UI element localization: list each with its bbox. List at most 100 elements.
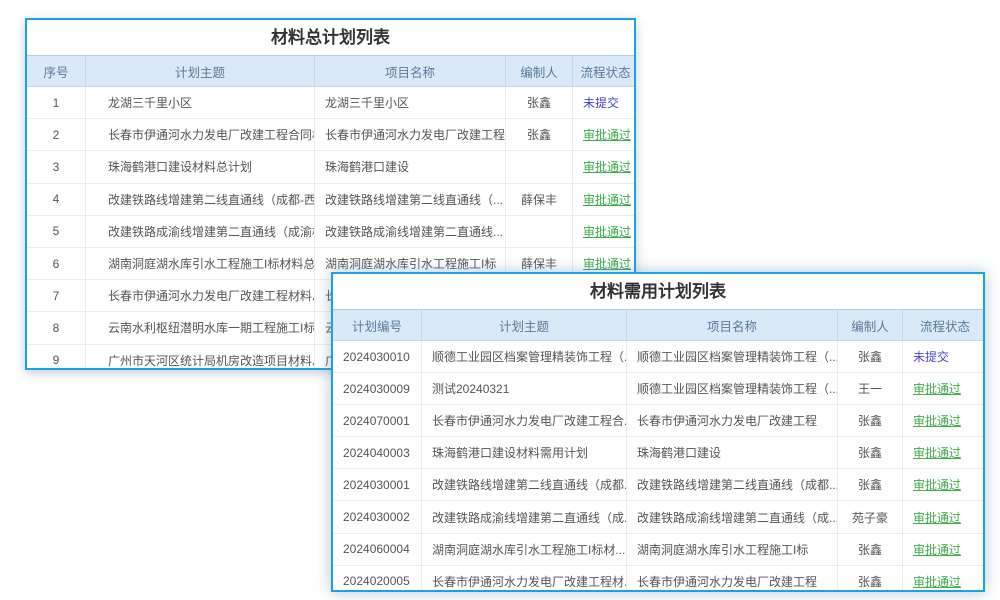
column-header-creator: 编制人	[838, 310, 903, 341]
cell-status[interactable]: 审批通过	[573, 183, 637, 215]
cell-project[interactable]: 改建铁路线增建第二线直通线（成都...	[627, 469, 838, 501]
cell-creator	[506, 151, 573, 183]
cell-creator[interactable]: 张鑫	[838, 437, 903, 469]
table-row: 5改建铁路成渝线增建第二直通线（成渝枢纽...改建铁路成渝线增建第二直通线...…	[27, 215, 636, 247]
cell-index: 5	[27, 215, 86, 247]
table-row: 3珠海鹤港口建设材料总计划珠海鹤港口建设 审批通过	[27, 151, 636, 183]
cell-subject[interactable]: 长春市伊通河水力发电厂改建工程材料总计划	[86, 280, 315, 312]
cell-subject[interactable]: 顺德工业园区档案管理精装饰工程（...	[422, 341, 627, 373]
cell-creator[interactable]: 张鑫	[838, 405, 903, 437]
cell-subject[interactable]: 改建铁路成渝线增建第二直通线（成...	[422, 501, 627, 533]
table-row: 1龙湖三千里小区龙湖三千里小区张鑫未提交	[27, 87, 636, 119]
table-row: 2024040003珠海鹤港口建设材料需用计划珠海鹤港口建设张鑫审批通过	[333, 437, 985, 469]
cell-project[interactable]: 湖南洞庭湖水库引水工程施工I标	[627, 533, 838, 565]
column-header-subject: 计划主题	[422, 310, 627, 341]
column-header-code: 计划编号	[333, 310, 422, 341]
cell-status[interactable]: 审批通过	[573, 151, 637, 183]
cell-project[interactable]: 长春市伊通河水力发电厂改建工程	[315, 119, 506, 151]
cell-subject[interactable]: 云南水利枢纽潜明水库一期工程施工I标材料...	[86, 312, 315, 344]
cell-index: 6	[27, 247, 86, 279]
page: 材料总计划列表 序号计划主题项目名称编制人流程状态1龙湖三千里小区龙湖三千里小区…	[0, 0, 1000, 600]
cell-index: 8	[27, 312, 86, 344]
cell-status[interactable]: 审批通过	[903, 437, 986, 469]
cell-status[interactable]: 审批通过	[903, 373, 986, 405]
cell-project[interactable]: 顺德工业园区档案管理精装饰工程（...	[627, 341, 838, 373]
cell-creator[interactable]: 苑子豪	[838, 501, 903, 533]
cell-index: 4	[27, 183, 86, 215]
table-row: 2024030002改建铁路成渝线增建第二直通线（成...改建铁路成渝线增建第二…	[333, 501, 985, 533]
cell-status[interactable]: 未提交	[903, 341, 986, 373]
cell-creator	[506, 215, 573, 247]
demand-plan-title: 材料需用计划列表	[333, 274, 983, 310]
cell-creator[interactable]: 张鑫	[838, 469, 903, 501]
cell-status[interactable]: 审批通过	[573, 215, 637, 247]
cell-index: 9	[27, 344, 86, 370]
cell-code[interactable]: 2024030002	[333, 501, 422, 533]
cell-creator[interactable]: 王一	[838, 373, 903, 405]
table-row: 2长春市伊通河水力发电厂改建工程合同材料...长春市伊通河水力发电厂改建工程张鑫…	[27, 119, 636, 151]
cell-creator[interactable]: 张鑫	[506, 119, 573, 151]
cell-project[interactable]: 龙湖三千里小区	[315, 87, 506, 119]
cell-creator[interactable]: 张鑫	[838, 533, 903, 565]
cell-status[interactable]: 审批通过	[903, 533, 986, 565]
cell-code[interactable]: 2024040003	[333, 437, 422, 469]
table-row: 4改建铁路线增建第二线直通线（成都-西安）...改建铁路线增建第二线直通线（..…	[27, 183, 636, 215]
column-header-index: 序号	[27, 56, 86, 87]
cell-index: 7	[27, 280, 86, 312]
column-header-creator: 编制人	[506, 56, 573, 87]
cell-project[interactable]: 改建铁路成渝线增建第二直通线...	[315, 215, 506, 247]
cell-creator[interactable]: 薛保丰	[506, 183, 573, 215]
cell-status[interactable]: 审批通过	[903, 501, 986, 533]
cell-code[interactable]: 2024070001	[333, 405, 422, 437]
cell-subject[interactable]: 广州市天河区统计局机房改造项目材料总计划	[86, 344, 315, 370]
cell-creator[interactable]: 张鑫	[838, 341, 903, 373]
column-header-subject: 计划主题	[86, 56, 315, 87]
cell-subject[interactable]: 珠海鹤港口建设材料总计划	[86, 151, 315, 183]
demand-plan-table: 计划编号计划主题项目名称编制人流程状态2024030010顺德工业园区档案管理精…	[333, 310, 985, 592]
cell-subject[interactable]: 改建铁路线增建第二线直通线（成都...	[422, 469, 627, 501]
column-header-project: 项目名称	[627, 310, 838, 341]
cell-code[interactable]: 2024060004	[333, 533, 422, 565]
table-row: 2024030010顺德工业园区档案管理精装饰工程（...顺德工业园区档案管理精…	[333, 341, 985, 373]
cell-project[interactable]: 改建铁路线增建第二线直通线（...	[315, 183, 506, 215]
cell-status[interactable]: 审批通过	[573, 119, 637, 151]
cell-status[interactable]: 未提交	[573, 87, 637, 119]
table-row: 2024070001长春市伊通河水力发电厂改建工程合...长春市伊通河水力发电厂…	[333, 405, 985, 437]
cell-subject[interactable]: 湖南洞庭湖水库引水工程施工I标材料总计划	[86, 247, 315, 279]
cell-project[interactable]: 长春市伊通河水力发电厂改建工程	[627, 405, 838, 437]
cell-code[interactable]: 2024020005	[333, 565, 422, 592]
total-plan-title: 材料总计划列表	[27, 20, 634, 56]
cell-subject[interactable]: 测试20240321	[422, 373, 627, 405]
cell-subject[interactable]: 湖南洞庭湖水库引水工程施工I标材...	[422, 533, 627, 565]
cell-project[interactable]: 顺德工业园区档案管理精装饰工程（...	[627, 373, 838, 405]
cell-status[interactable]: 审批通过	[903, 469, 986, 501]
cell-subject[interactable]: 长春市伊通河水力发电厂改建工程材...	[422, 565, 627, 592]
cell-subject[interactable]: 改建铁路线增建第二线直通线（成都-西安）...	[86, 183, 315, 215]
cell-index: 1	[27, 87, 86, 119]
cell-project[interactable]: 珠海鹤港口建设	[627, 437, 838, 469]
column-header-status: 流程状态	[903, 310, 986, 341]
cell-index: 2	[27, 119, 86, 151]
column-header-status: 流程状态	[573, 56, 637, 87]
cell-code[interactable]: 2024030001	[333, 469, 422, 501]
cell-index: 3	[27, 151, 86, 183]
cell-project[interactable]: 改建铁路成渝线增建第二直通线（成...	[627, 501, 838, 533]
cell-subject[interactable]: 龙湖三千里小区	[86, 87, 315, 119]
cell-subject[interactable]: 珠海鹤港口建设材料需用计划	[422, 437, 627, 469]
cell-creator[interactable]: 张鑫	[506, 87, 573, 119]
column-header-project: 项目名称	[315, 56, 506, 87]
cell-code[interactable]: 2024030009	[333, 373, 422, 405]
cell-creator[interactable]: 张鑫	[838, 565, 903, 592]
cell-status[interactable]: 审批通过	[903, 565, 986, 592]
cell-status[interactable]: 审批通过	[903, 405, 986, 437]
cell-subject[interactable]: 长春市伊通河水力发电厂改建工程合同材料...	[86, 119, 315, 151]
cell-subject[interactable]: 长春市伊通河水力发电厂改建工程合...	[422, 405, 627, 437]
table-row: 2024030009测试20240321顺德工业园区档案管理精装饰工程（...王…	[333, 373, 985, 405]
cell-project[interactable]: 珠海鹤港口建设	[315, 151, 506, 183]
table-row: 2024020005长春市伊通河水力发电厂改建工程材...长春市伊通河水力发电厂…	[333, 565, 985, 592]
table-row: 2024060004湖南洞庭湖水库引水工程施工I标材...湖南洞庭湖水库引水工程…	[333, 533, 985, 565]
cell-code[interactable]: 2024030010	[333, 341, 422, 373]
demand-plan-panel: 材料需用计划列表 计划编号计划主题项目名称编制人流程状态2024030010顺德…	[331, 272, 985, 592]
cell-project[interactable]: 长春市伊通河水力发电厂改建工程	[627, 565, 838, 592]
cell-subject[interactable]: 改建铁路成渝线增建第二直通线（成渝枢纽...	[86, 215, 315, 247]
